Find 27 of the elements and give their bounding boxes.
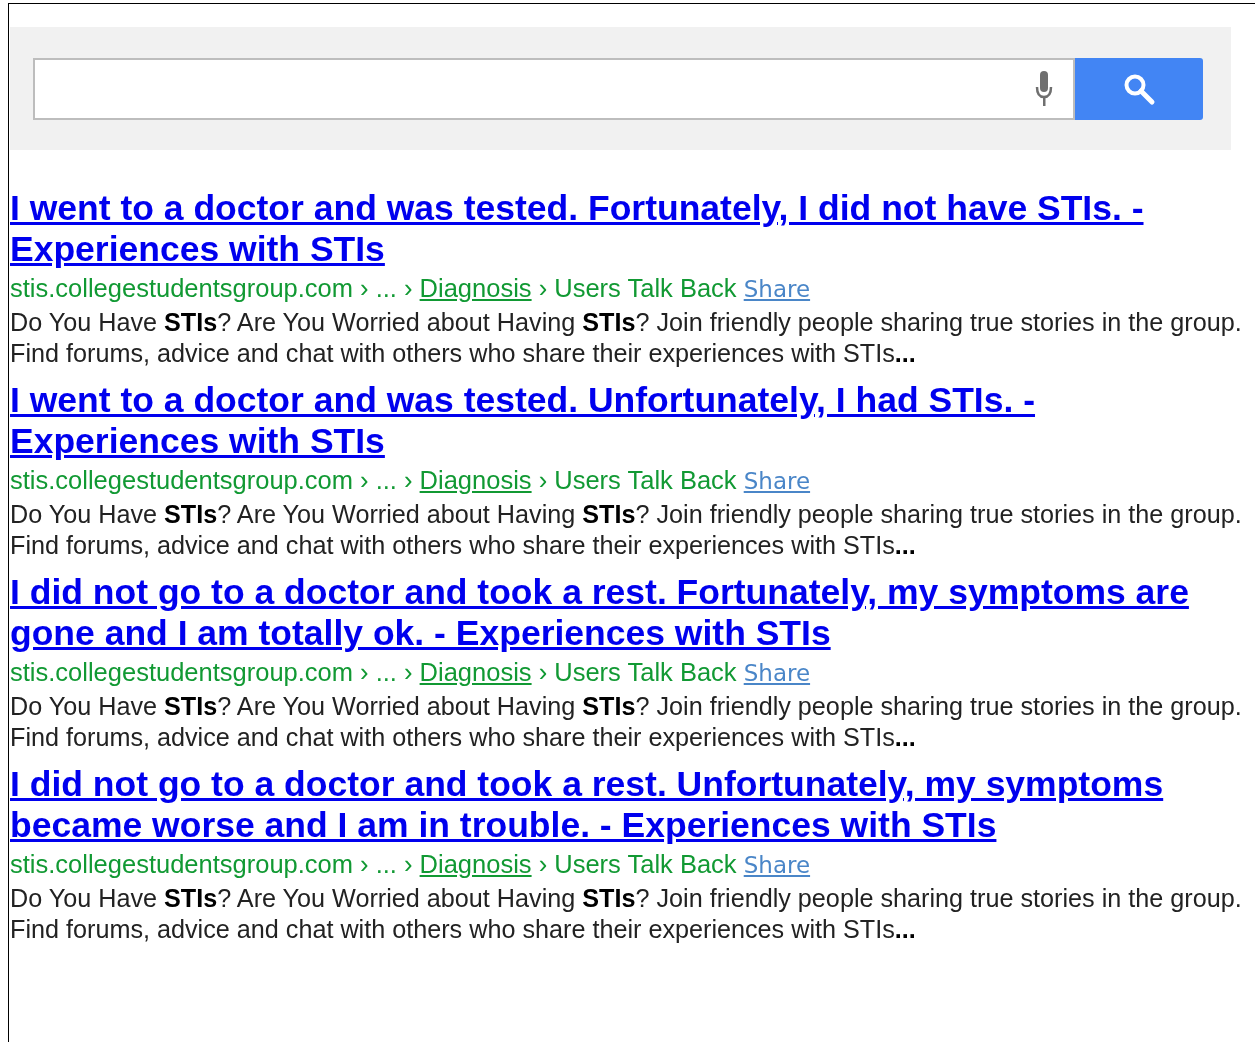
share-link[interactable]: Share	[743, 660, 811, 686]
result-snippet: Do You Have STIs? Are You Worried about Having STIs? Join friendly people sharing true stories in the group. Find forums, advice and chat with others who share their experiences with STIs...	[10, 883, 1243, 945]
result-title-link[interactable]: I did not go to a doctor and took a rest. Unfortunately, my symptoms became worse and I am in trouble. - Experiences with STIs	[10, 764, 1246, 846]
share-link[interactable]: Share	[743, 276, 811, 302]
breadcrumb-link[interactable]: Diagnosis	[419, 658, 532, 686]
share-link[interactable]: Share	[743, 852, 811, 878]
microphone-icon[interactable]	[1035, 69, 1053, 108]
result-snippet: Do You Have STIs? Are You Worried about Having STIs? Join friendly people sharing true stories in the group. Find forums, advice and chat with others who share their experiences with STIs...	[10, 307, 1243, 369]
result-snippet: Do You Have STIs? Are You Worried about Having STIs? Join friendly people sharing true stories in the group. Find forums, advice and chat with others who share their experiences with STIs...	[10, 499, 1243, 561]
breadcrumb-text: › Users Talk Back	[538, 274, 737, 302]
result-title-link[interactable]: I went to a doctor and was tested. Unfortunately, I had STIs. - Experiences with STIs	[10, 380, 1246, 462]
site-url: stis.collegestudentsgroup.com › ... ›	[10, 658, 413, 686]
breadcrumb-text: › Users Talk Back	[538, 658, 737, 686]
result-title-link[interactable]: I did not go to a doctor and took a rest. Fortunately, my symptoms are gone and I am totally ok. - Experiences with STIs	[10, 572, 1246, 654]
site-url: stis.collegestudentsgroup.com › ... ›	[10, 274, 413, 302]
result-snippet: Do You Have STIs? Are You Worried about Having STIs? Join friendly people sharing true stories in the group. Find forums, advice and chat with others who share their experiences with STIs...	[10, 691, 1243, 753]
breadcrumb-text: › Users Talk Back	[538, 850, 737, 878]
result-title-link[interactable]: I went to a doctor and was tested. Fortunately, I did not have STIs. - Experiences with STIs	[10, 188, 1246, 270]
breadcrumb-link[interactable]: Diagnosis	[419, 850, 532, 878]
site-url: stis.collegestudentsgroup.com › ... ›	[10, 466, 413, 494]
breadcrumb-text: › Users Talk Back	[538, 466, 737, 494]
search-button[interactable]	[1075, 57, 1203, 120]
share-link[interactable]: Share	[743, 468, 811, 494]
breadcrumb-link[interactable]: Diagnosis	[419, 466, 532, 494]
breadcrumb-link[interactable]: Diagnosis	[419, 274, 532, 302]
site-url: stis.collegestudentsgroup.com › ... ›	[10, 850, 413, 878]
search-field[interactable]	[33, 57, 1075, 120]
